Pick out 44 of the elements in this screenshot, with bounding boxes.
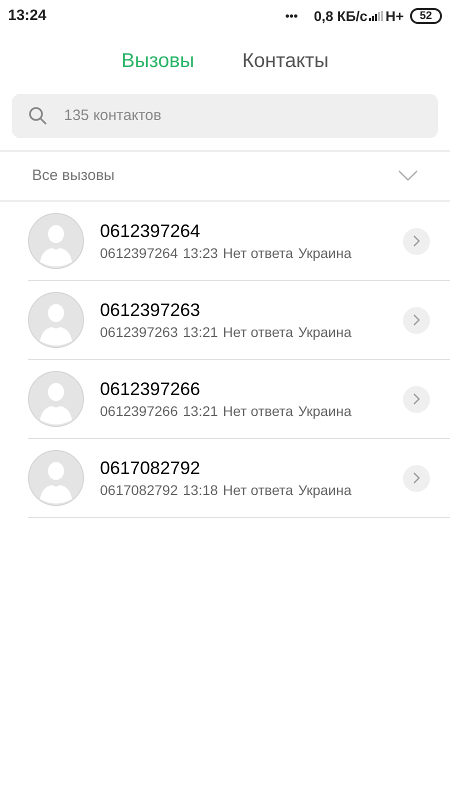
call-location: Украина — [298, 480, 352, 500]
details-button[interactable] — [403, 306, 430, 334]
avatar-icon — [28, 371, 84, 427]
caller-number[interactable]: 0612397266 — [100, 376, 403, 400]
chevron-right-icon — [413, 393, 420, 405]
phone-number: 0612397263 — [100, 322, 178, 342]
chevron-right-icon — [413, 314, 420, 326]
avatar-icon — [28, 213, 84, 269]
caller-number[interactable]: 0612397264 — [100, 218, 403, 242]
search-field[interactable]: 135 контактов — [64, 104, 422, 128]
chevron-right-icon — [413, 235, 420, 247]
phone-number: 0617082792 — [100, 480, 178, 500]
call-location: Украина — [298, 402, 352, 421]
call-location: Украина — [298, 244, 352, 263]
details-button[interactable] — [403, 386, 430, 412]
call-status: Нет ответа — [222, 480, 294, 500]
caller-number[interactable]: 0612397263 — [100, 298, 403, 322]
chevron-right-icon — [413, 472, 420, 484]
details-button[interactable] — [403, 228, 430, 254]
search-icon — [28, 106, 48, 126]
phone-number: 0612397264 — [100, 244, 178, 262]
battery-indicator: 52 — [410, 8, 442, 24]
call-time: 13:21 — [182, 402, 218, 420]
call-status: Нет ответа — [222, 244, 294, 262]
call-status: Нет ответа — [222, 322, 294, 342]
signal-icon — [369, 11, 384, 21]
call-time: 13:21 — [182, 322, 218, 342]
call-location: Украина — [298, 322, 352, 342]
network-speed: 0,8 КБ/с — [314, 6, 368, 26]
search-bar[interactable]: 135 контактов — [12, 94, 438, 138]
caller-number[interactable]: 0617082792 — [100, 456, 403, 480]
status-time: 13:24 — [8, 6, 46, 26]
call-time: 13:23 — [182, 244, 218, 262]
call-time: 13:18 — [182, 480, 218, 500]
details-button[interactable] — [403, 464, 430, 492]
tab[interactable]: Контакты — [242, 46, 329, 76]
notification-dots: ••• — [285, 8, 298, 25]
phone-number: 0612397266 — [100, 402, 178, 420]
network-type: H+ — [385, 6, 404, 26]
filter-label[interactable]: Все вызовы — [32, 164, 398, 188]
chevron-down-icon[interactable] — [398, 170, 418, 182]
call-status: Нет ответа — [222, 402, 294, 420]
avatar-icon — [28, 450, 84, 506]
avatar-icon — [28, 292, 84, 348]
